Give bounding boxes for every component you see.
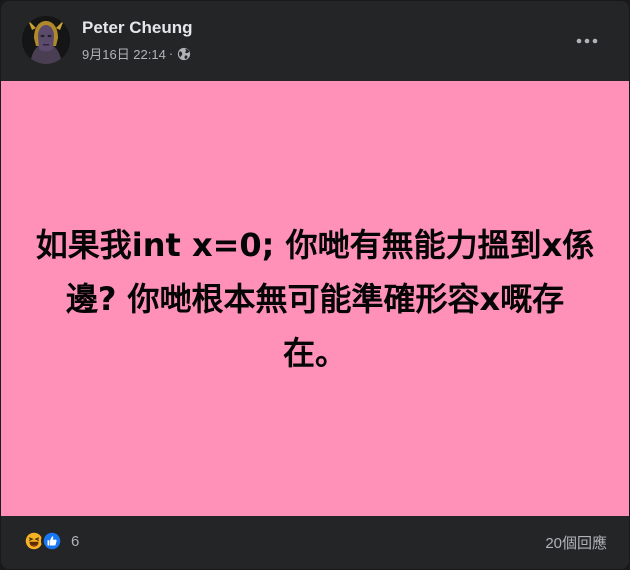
meta-separator: · [168,46,174,61]
post-timestamp[interactable]: 9月16日 22:14 [82,44,166,63]
post-text: 如果我int x=0; 你哋有無能力搵到x係邊? 你哋根本無可能準確形容x嘅存在… [35,225,595,372]
post-meta: 9月16日 22:14 · [82,44,191,63]
post-background: 如果我int x=0; 你哋有無能力搵到x係邊? 你哋根本無可能準確形容x嘅存在… [1,81,629,516]
avatar[interactable] [22,16,70,64]
avatar-image [22,16,70,64]
post-card: Peter Cheung 9月16日 22:14 · 如果我int x=0; 你 [1,1,629,569]
author-name[interactable]: Peter Cheung [82,18,193,38]
reaction-count: 6 [71,532,80,550]
more-dots-icon [576,38,598,44]
post-header: Peter Cheung 9月16日 22:14 · [1,1,629,81]
reactions-summary[interactable]: 6 [23,530,79,552]
like-reaction-icon [41,530,63,552]
more-options-button[interactable] [573,27,601,55]
post-footer: 6 20個回應 [1,516,629,569]
comments-link[interactable]: 20個回應 [545,532,607,553]
globe-icon[interactable] [177,47,191,61]
